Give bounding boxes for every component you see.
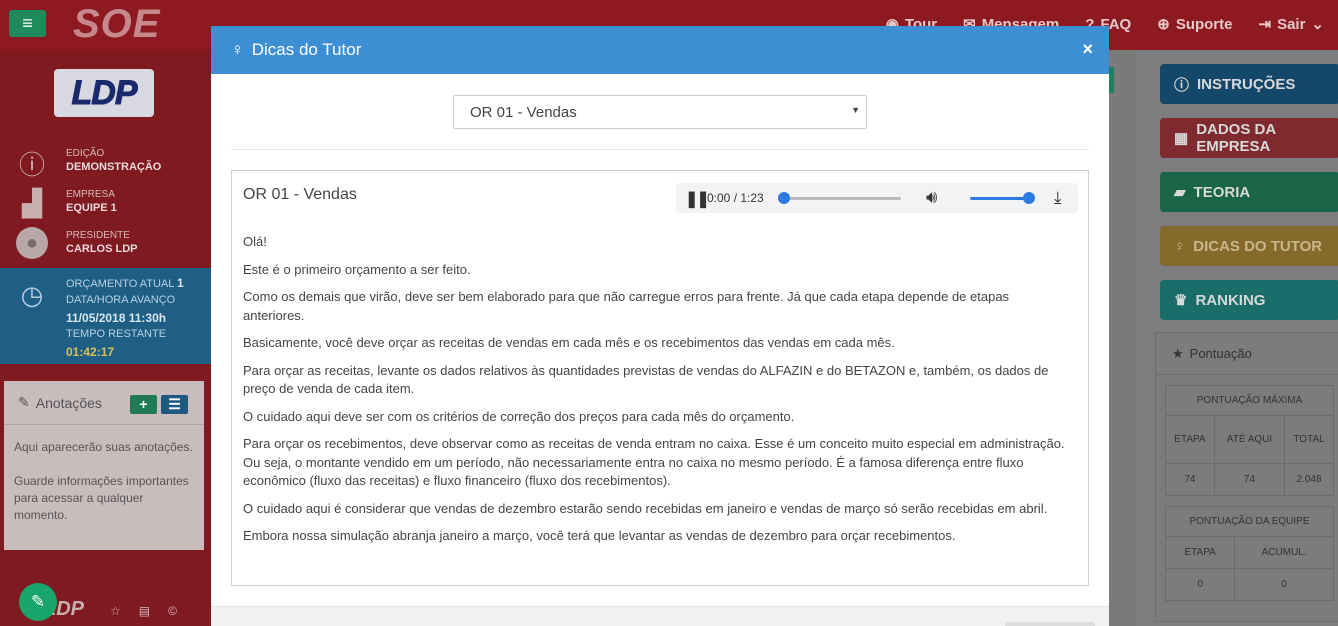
footer-button[interactable] [1005,622,1095,626]
divider [231,149,1089,150]
tip-card: OR 01 - Vendas ❚❚ 0:00 / 1:23 🔊︎ ⤓ Olá! … [231,170,1089,586]
volume-slider-track[interactable] [970,197,1030,200]
modal-title: Dicas do Tutor [251,40,362,59]
download-icon[interactable]: ⤓ [1054,188,1062,208]
tip-paragraph: O cuidado aqui é considerar que vendas d… [243,500,1048,516]
tip-paragraph: Basicamente, você deve orçar as receitas… [243,335,895,350]
tip-paragraph: O cuidado aqui deve ser com os critérios… [243,408,795,424]
topic-select-value: OR 01 - Vendas [470,104,577,121]
tip-body: Olá! Este é o primeiro orçamento a ser f… [243,233,1073,555]
audio-progress-track[interactable] [782,197,901,200]
pause-icon[interactable]: ❚❚ [685,189,710,209]
tip-paragraph: Olá! [243,234,267,249]
close-button[interactable]: × [1082,39,1093,60]
audio-progress-handle[interactable] [778,192,790,204]
caret-down-icon: ▼ [851,105,860,115]
tutor-tips-modal: ♀ Dicas do Tutor × OR 01 - Vendas ▼ OR 0… [211,26,1109,626]
tip-paragraph: Este é o primeiro orçamento a ser feito. [243,261,471,277]
volume-icon[interactable]: 🔊︎ [926,187,937,208]
volume-slider-handle[interactable] [1023,192,1035,204]
modal-footer [211,606,1109,626]
tip-paragraph: Para orçar os recebimentos, deve observa… [243,436,1065,488]
lightbulb-icon: ♀ [231,40,244,59]
topic-select[interactable]: OR 01 - Vendas ▼ [453,95,867,129]
tip-paragraph: Para orçar as receitas, levante os dados… [243,362,1049,397]
tip-title: OR 01 - Vendas [243,186,357,203]
tip-paragraph: Como os demais que virão, deve ser bem e… [243,289,1010,323]
tip-paragraph: Embora nossa simulação abranja janeiro a… [243,528,956,543]
audio-time: 0:00 / 1:23 [707,191,764,205]
audio-player: ❚❚ 0:00 / 1:23 🔊︎ ⤓ [676,183,1078,213]
modal-header: ♀ Dicas do Tutor × [211,26,1109,74]
